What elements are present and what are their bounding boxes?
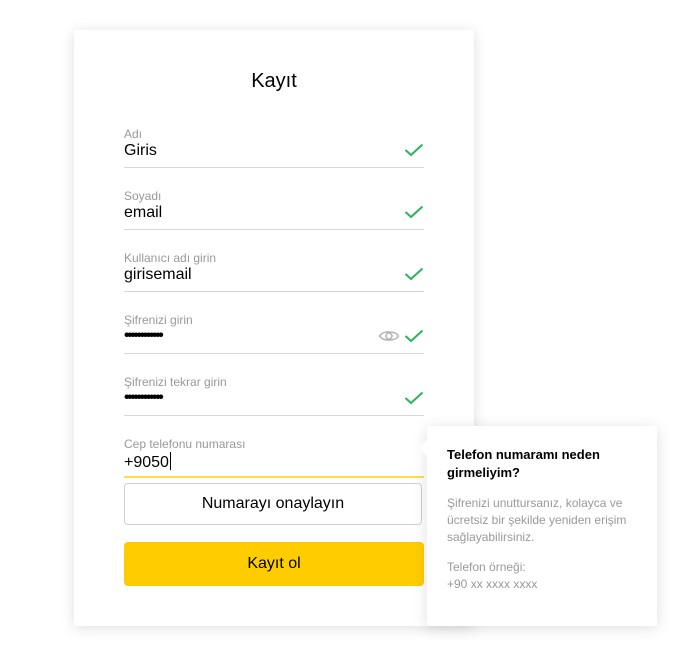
phone-help-tooltip: Telefon numaramı neden girmeliyim? Şifre… xyxy=(419,426,657,626)
username-field[interactable]: Kullanıcı adı girin girisemail xyxy=(124,251,424,292)
tooltip-example-value: +90 xx xxxx xxxx xyxy=(447,577,538,591)
phone-input[interactable]: +9050 xyxy=(124,452,171,472)
phone-label: Cep telefonu numarası xyxy=(124,437,246,451)
check-icon xyxy=(404,329,424,343)
last-name-value[interactable]: email xyxy=(124,204,162,222)
check-icon xyxy=(404,391,424,405)
last-name-label: Soyadı xyxy=(124,189,162,203)
first-name-field[interactable]: Adı Giris xyxy=(124,127,424,168)
registration-card: Kayıt Adı Giris Soyadı email Kullanıcı a… xyxy=(74,30,474,626)
password-repeat-label: Şifrenizi tekrar girin xyxy=(124,375,227,389)
tooltip-body: Şifrenizi unuttursanız, kolayca ve ücret… xyxy=(447,496,627,544)
tooltip-example-label: Telefon örneği: xyxy=(447,560,526,574)
password-field[interactable]: Şifrenizi girin •••••••••••• xyxy=(124,313,424,354)
check-icon xyxy=(404,143,424,157)
phone-field[interactable]: Cep telefonu numarası +9050 xyxy=(124,437,424,478)
page-title: Kayıt xyxy=(251,70,297,92)
check-icon xyxy=(404,205,424,219)
check-icon xyxy=(404,267,424,281)
confirm-number-button[interactable]: Numarayı onaylayın xyxy=(124,483,422,525)
text-cursor xyxy=(169,452,171,470)
password-label: Şifrenizi girin xyxy=(124,313,193,327)
password-value[interactable]: •••••••••••• xyxy=(124,327,164,345)
last-name-field[interactable]: Soyadı email xyxy=(124,189,424,230)
username-label: Kullanıcı adı girin xyxy=(124,251,217,265)
username-value[interactable]: girisemail xyxy=(124,266,192,284)
password-repeat-field[interactable]: Şifrenizi tekrar girin •••••••••••• xyxy=(124,375,424,416)
first-name-value[interactable]: Giris xyxy=(124,142,157,160)
phone-value: +9050 xyxy=(124,454,169,471)
first-name-label: Adı xyxy=(124,127,143,141)
tooltip-heading: Telefon numaramı neden girmeliyim? xyxy=(447,447,600,480)
register-button[interactable]: Kayıt ol xyxy=(124,542,424,586)
eye-icon[interactable] xyxy=(378,328,400,344)
password-repeat-value[interactable]: •••••••••••• xyxy=(124,389,164,407)
